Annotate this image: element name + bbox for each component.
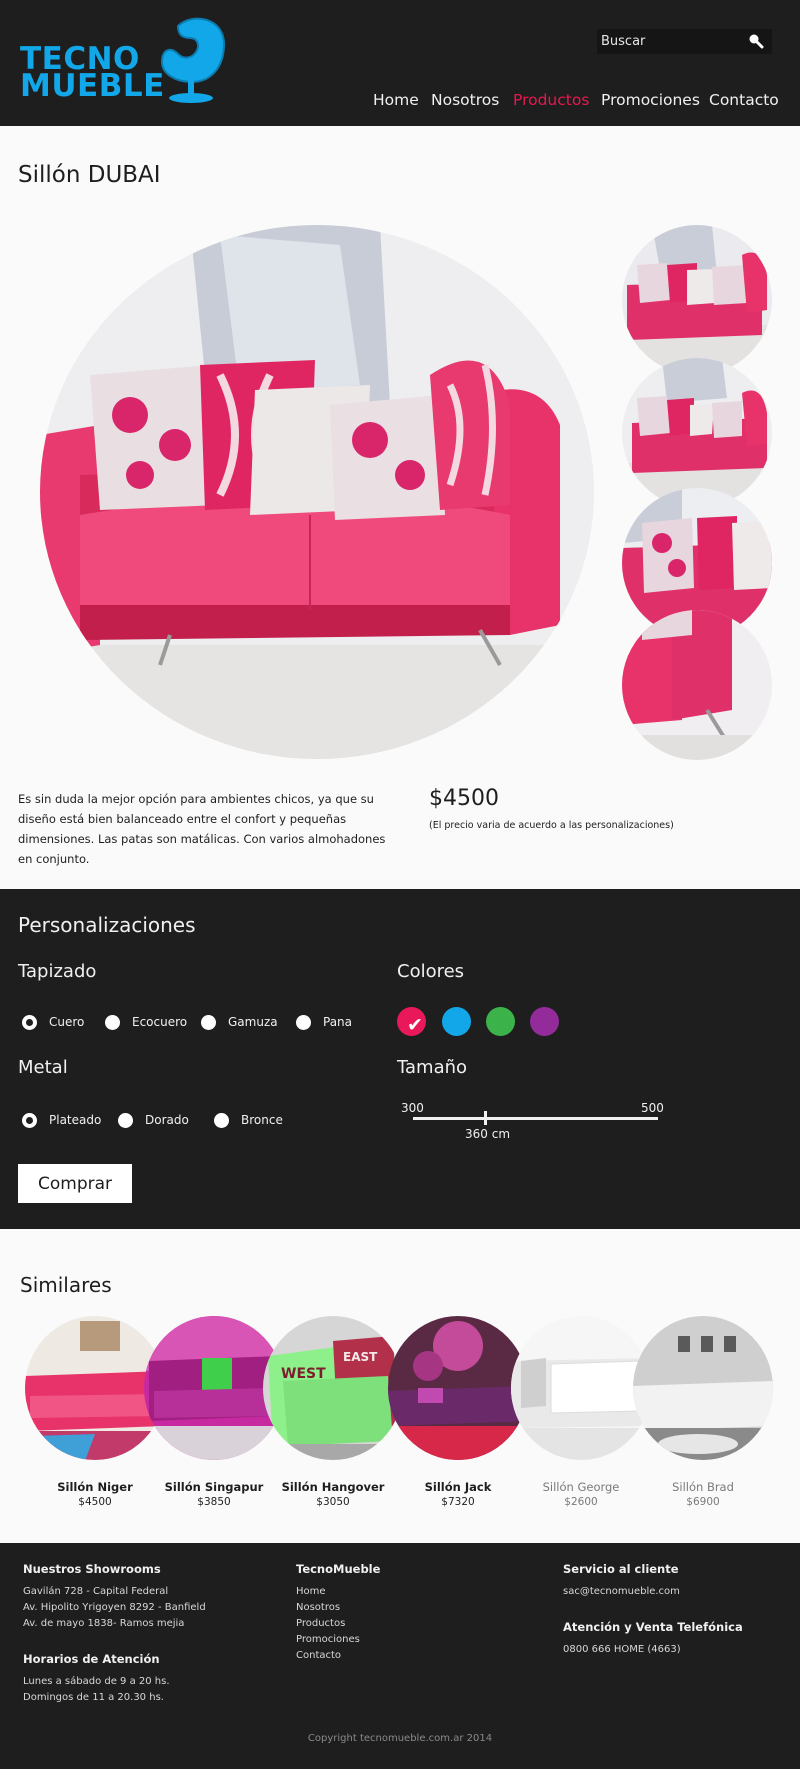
servicio-heading: Servicio al cliente [563, 1562, 679, 1576]
nav-home[interactable]: Home [373, 91, 419, 109]
radio-label: Bronce [241, 1113, 283, 1127]
customization-panel: Personalizaciones Tapizado Cuero Ecocuer… [0, 889, 800, 1229]
color-swatch-blue[interactable] [442, 1007, 471, 1036]
copyright: Copyright tecnomueble.com.ar 2014 [307, 1733, 493, 1744]
product-main-photo [40, 225, 594, 759]
similar-image[interactable] [633, 1316, 773, 1461]
metal-option-plateado[interactable]: Plateado [22, 1111, 101, 1129]
similar-name: Sillón Brad [672, 1480, 734, 1494]
search-icon[interactable] [748, 33, 764, 49]
similar-image[interactable]: WEST EAST [263, 1316, 403, 1461]
tapizado-option-pana[interactable]: Pana [296, 1013, 352, 1031]
showroom-address: Av. Hipolito Yrigoyen 8292 - Banfield [23, 1602, 206, 1613]
radio-label: Pana [323, 1015, 353, 1029]
radio-label: Plateado [49, 1113, 102, 1127]
footer-link-contacto[interactable]: Contacto [296, 1650, 341, 1661]
radio-unselected[interactable] [296, 1014, 311, 1030]
nav-nosotros[interactable]: Nosotros [431, 91, 499, 109]
slider-max-label: 500 [641, 1101, 664, 1115]
footer-link-productos[interactable]: Productos [296, 1618, 345, 1629]
tapizado-option-cuero[interactable]: Cuero [22, 1013, 84, 1031]
buy-button[interactable]: Comprar [18, 1164, 132, 1203]
similar-price: $7320 [441, 1496, 475, 1508]
telefonica-heading: Atención y Venta Telefónica [563, 1620, 743, 1634]
metal-option-dorado[interactable]: Dorado [118, 1111, 189, 1129]
showroom-address: Gavilán 728 - Capital Federal [23, 1586, 169, 1597]
tapizado-option-gamuza[interactable]: Gamuza [201, 1013, 278, 1031]
colores-heading: Colores [397, 961, 465, 982]
nav-contacto[interactable]: Contacto [709, 91, 779, 109]
tapizado-option-ecocuero[interactable]: Ecocuero [105, 1013, 187, 1031]
logo-line-2: MUEBLE [20, 68, 165, 104]
telefonica-number: 0800 666 HOME (4663) [563, 1644, 681, 1655]
metal-option-bronce[interactable]: Bronce [214, 1111, 283, 1129]
similar-price: $6900 [686, 1496, 720, 1508]
radio-label: Ecocuero [132, 1015, 188, 1029]
search-input[interactable] [597, 29, 737, 54]
nav-productos[interactable]: Productos [513, 91, 589, 109]
customization-title: Personalizaciones [18, 913, 196, 937]
radio-selected[interactable] [22, 1112, 37, 1128]
product-thumb-4[interactable] [622, 610, 772, 760]
radio-unselected[interactable] [201, 1014, 216, 1030]
product-thumb-2[interactable] [622, 358, 772, 508]
color-swatch-green[interactable] [486, 1007, 515, 1036]
similar-name: Sillón Jack [424, 1480, 492, 1494]
radio-label: Dorado [145, 1113, 189, 1127]
tapizado-heading: Tapizado [18, 961, 97, 982]
size-slider-track[interactable] [413, 1117, 658, 1120]
check-icon: ✔ [407, 1014, 423, 1036]
radio-label: Gamuza [228, 1015, 278, 1029]
egg-chair-icon [160, 17, 226, 103]
horario-line: Domingos de 11 a 20.30 hs. [23, 1692, 164, 1703]
similares-title: Similares [20, 1273, 112, 1297]
similar-image[interactable] [388, 1316, 528, 1461]
similar-name: Sillón Hangover [281, 1480, 385, 1494]
similar-price: $2600 [564, 1496, 598, 1508]
size-slider-value: 360 cm [465, 1127, 511, 1141]
tamano-heading: Tamaño [397, 1057, 468, 1078]
nav-promociones[interactable]: Promociones [601, 91, 700, 109]
showrooms-heading: Nuestros Showrooms [23, 1562, 161, 1576]
color-swatch-pink[interactable]: ✔ [397, 1007, 426, 1036]
slider-min-label: 300 [401, 1101, 424, 1115]
product-description: Es sin duda la mejor opción para ambient… [18, 792, 386, 866]
radio-unselected[interactable] [105, 1014, 120, 1030]
size-slider-handle[interactable] [484, 1111, 487, 1125]
product-title: Sillón DUBAI [18, 162, 161, 188]
servicio-email-link[interactable]: sac@tecnomueble.com [563, 1586, 680, 1597]
footer-links-heading: TecnoMueble [296, 1562, 381, 1576]
sofa-print-text: EAST [343, 1350, 378, 1364]
metal-heading: Metal [18, 1057, 68, 1078]
radio-unselected[interactable] [118, 1112, 133, 1128]
radio-selected[interactable] [22, 1014, 37, 1030]
product-price: $4500 [429, 786, 499, 811]
price-note: (El precio varia de acuerdo a las person… [429, 820, 674, 831]
site-header: TECNO MUEBLE Home Nosotros Productos Pro… [0, 0, 800, 126]
footer-link-home[interactable]: Home [296, 1586, 326, 1597]
color-swatch-purple[interactable] [530, 1007, 559, 1036]
horario-line: Lunes a sábado de 9 a 20 hs. [23, 1676, 170, 1687]
similar-price: $3050 [316, 1496, 350, 1508]
search-box [597, 29, 772, 54]
radio-unselected[interactable] [214, 1112, 229, 1128]
logo-text: TECNO MUEBLE [20, 44, 165, 104]
showroom-address: Av. de mayo 1838- Ramos mejia [23, 1618, 185, 1629]
horarios-heading: Horarios de Atención [23, 1652, 160, 1666]
sofa-print-text: WEST [281, 1366, 326, 1382]
site-footer: Nuestros Showrooms Gavilán 728 - Capital… [0, 1543, 800, 1769]
similar-name: Sillón George [542, 1480, 620, 1494]
logo[interactable]: TECNO MUEBLE [20, 16, 226, 106]
footer-link-nosotros[interactable]: Nosotros [296, 1602, 340, 1613]
footer-link-promociones[interactable]: Promociones [296, 1634, 360, 1645]
product-thumb-1[interactable] [622, 225, 772, 375]
radio-label: Cuero [49, 1015, 85, 1029]
similar-image[interactable] [511, 1316, 651, 1461]
